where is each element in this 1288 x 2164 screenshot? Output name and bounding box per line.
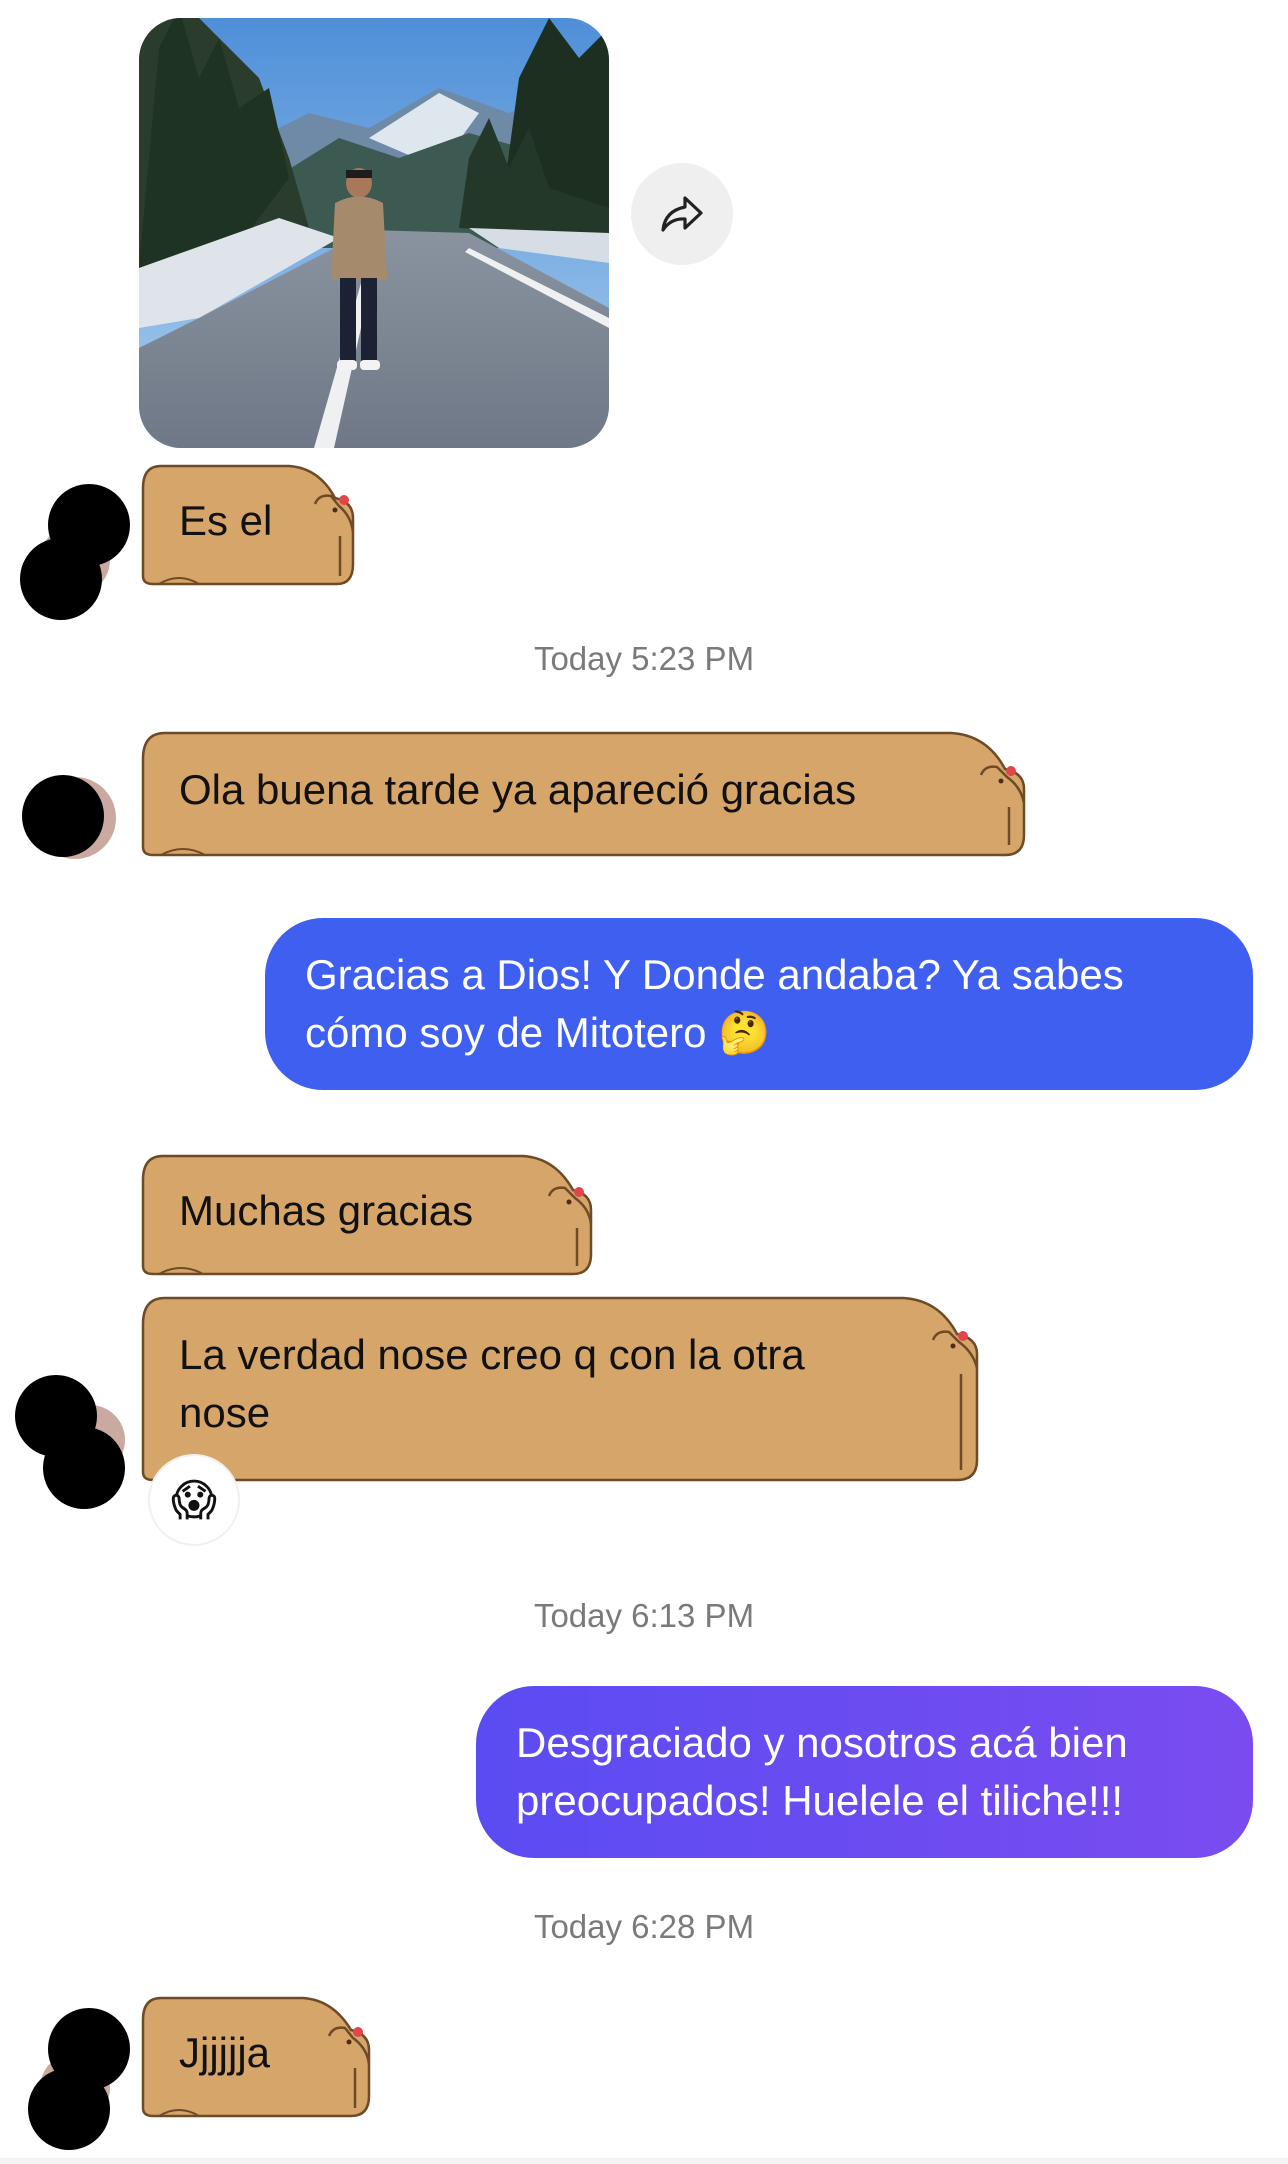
shared-photo[interactable]	[139, 18, 609, 448]
incoming-message[interactable]: Es el	[139, 458, 364, 590]
incoming-message[interactable]: Ola buena tarde ya apareció gracias	[139, 725, 1031, 860]
bottom-divider	[0, 2158, 1288, 2164]
avatar[interactable]	[28, 2008, 148, 2158]
share-button[interactable]	[631, 163, 733, 265]
timestamp: Today 6:28 PM	[533, 1908, 755, 1945]
outgoing-message[interactable]: Gracias a Dios! Y Donde andaba? Ya sabes…	[265, 918, 1253, 1090]
timestamp: Today 6:13 PM	[533, 1597, 755, 1634]
message-line: preocupados! Huelele el tiliche!!!	[516, 1777, 1124, 1824]
timestamp: Today 5:23 PM	[533, 640, 755, 677]
message-line: cómo soy de Mitotero 🤔	[305, 1009, 771, 1056]
message-line: Desgraciado y nosotros acá bien	[516, 1719, 1128, 1766]
message-reaction[interactable]: 😱	[150, 1456, 238, 1544]
share-arrow-icon	[661, 196, 703, 232]
shared-photo-image	[139, 18, 609, 448]
message-line: La verdad nose creo q con la otra	[179, 1331, 805, 1378]
incoming-message[interactable]: La verdad nose creo q con la otra nose	[139, 1290, 984, 1486]
incoming-message[interactable]: Muchas gracias	[139, 1148, 599, 1280]
incoming-message[interactable]: Jjjjjja	[139, 1990, 379, 2122]
avatar[interactable]	[20, 480, 140, 630]
message-text: Es el	[179, 497, 273, 544]
outgoing-message[interactable]: Desgraciado y nosotros acá bien preocupa…	[476, 1686, 1253, 1858]
avatar[interactable]	[15, 1375, 135, 1515]
message-line: Gracias a Dios! Y Donde andaba? Ya sabes	[305, 951, 1124, 998]
avatar[interactable]	[20, 775, 120, 865]
message-text: Jjjjjja	[179, 2029, 271, 2076]
message-line: nose	[179, 1389, 271, 1436]
message-text: Ola buena tarde ya apareció gracias	[179, 766, 857, 813]
message-text: Muchas gracias	[179, 1187, 474, 1234]
